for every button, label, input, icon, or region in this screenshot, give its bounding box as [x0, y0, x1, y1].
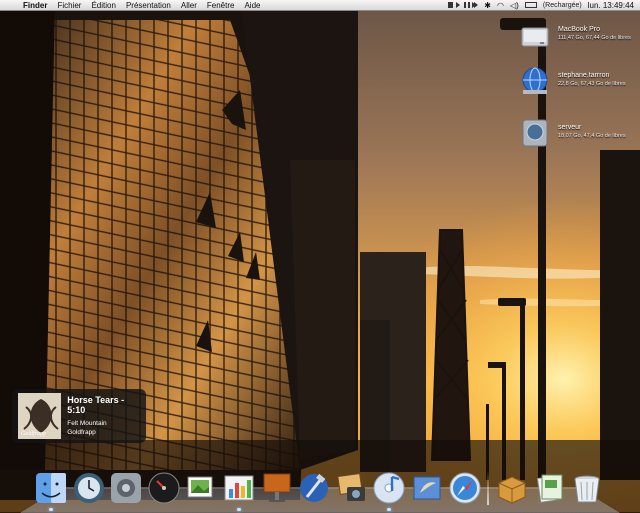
network-globe-icon	[522, 67, 548, 94]
server-volume-icon	[522, 119, 548, 147]
menu-fichier[interactable]: Fichier	[52, 0, 86, 11]
menu-aller[interactable]: Aller	[176, 0, 202, 11]
desktop-icon-label: MacBook Pro	[558, 26, 601, 33]
dock-separator	[487, 471, 490, 505]
menu-clock[interactable]: lun. 13:49:44	[588, 0, 634, 11]
desktop-icon-label: stephane.tarrron	[558, 72, 610, 79]
menu-bar: Finder Fichier Édition Présentation Alle…	[0, 0, 640, 11]
desktop-icon-network-volume[interactable]: stephane.tarrron 22,8 Go, 67,43 Go de li…	[520, 66, 626, 96]
dashboard-icon	[148, 472, 180, 504]
dock-keynote[interactable]	[260, 471, 294, 505]
dock-finder[interactable]	[34, 471, 68, 511]
documents-stack-icon	[536, 474, 563, 503]
dock-safari[interactable]	[448, 471, 482, 505]
finder-icon	[36, 473, 66, 503]
menu-aide[interactable]: Aide	[239, 0, 265, 11]
activity-monitor-icon	[224, 475, 254, 501]
desktop-icon-label: serveur	[558, 124, 582, 131]
track-artist: Goldfrapp	[67, 429, 96, 436]
menu-presentation[interactable]: Présentation	[121, 0, 176, 11]
system-preferences-icon	[111, 473, 142, 503]
dock-mail[interactable]	[410, 471, 444, 505]
volume-icon[interactable]: ◁)	[510, 0, 519, 11]
itunes-icon	[373, 472, 405, 504]
menu-finder[interactable]: Finder	[18, 0, 52, 11]
dock-system-preferences[interactable]	[109, 471, 143, 505]
desktop-icon-detail: 18,07 Go, 47,4 Go de libres	[558, 133, 626, 139]
dock-iphoto[interactable]	[335, 471, 369, 505]
desktop-icon-macbook-pro[interactable]: MacBook Pro 111,47 Go, 67,44 Go de libre…	[520, 20, 631, 50]
menu-extras: ✱ ◠ ◁) (Rechargée) lun. 13:49:44	[448, 0, 640, 11]
dock-xcode[interactable]	[297, 471, 331, 505]
running-indicator	[49, 508, 53, 511]
desktop-icon-detail: 22,8 Go, 67,43 Go de libres	[558, 81, 626, 87]
track-album: Felt Mountain	[67, 420, 107, 427]
album-art: Goldfrapp	[18, 393, 62, 439]
trash-icon	[574, 475, 600, 503]
dock-documents-stack[interactable]	[533, 471, 567, 505]
mail-icon	[413, 476, 441, 500]
xcode-icon	[300, 473, 329, 502]
dock	[34, 465, 614, 511]
dock-activity-monitor[interactable]	[222, 471, 256, 511]
iphoto-icon	[337, 472, 365, 501]
preview-icon	[187, 476, 213, 498]
menu-fenetre[interactable]: Fenêtre	[202, 0, 240, 11]
menu-extra-icons[interactable]	[448, 1, 479, 9]
hard-drive-icon	[521, 27, 549, 47]
desktop-icon-serveur[interactable]: serveur 18,07 Go, 47,4 Go de libres	[520, 118, 626, 148]
battery-status[interactable]: (Rechargée)	[543, 0, 582, 11]
wifi-icon[interactable]: ◠	[497, 0, 504, 11]
desktop-icon-detail: 111,47 Go, 67,44 Go de libres	[558, 35, 631, 41]
dock-dashboard[interactable]	[147, 471, 181, 505]
menu-edition[interactable]: Édition	[86, 0, 120, 11]
bluetooth-icon[interactable]: ✱	[484, 0, 491, 11]
dock-trash[interactable]	[570, 471, 604, 505]
now-playing-notification[interactable]: Goldfrapp Horse Tears - 5:10 Felt Mounta…	[12, 389, 146, 443]
dock-preview[interactable]	[184, 471, 218, 505]
dock-applications-stack[interactable]	[495, 471, 529, 505]
album-art-caption: Goldfrapp	[21, 431, 47, 437]
battery-icon[interactable]	[524, 2, 537, 8]
keynote-icon	[263, 473, 291, 502]
running-indicator	[236, 508, 241, 511]
dock-time-machine[interactable]	[72, 471, 106, 505]
dock-itunes[interactable]	[372, 471, 406, 511]
time-machine-icon	[73, 473, 104, 503]
safari-icon	[449, 472, 481, 504]
applications-stack-icon	[498, 476, 526, 504]
track-title: Horse Tears - 5:10	[67, 395, 125, 415]
